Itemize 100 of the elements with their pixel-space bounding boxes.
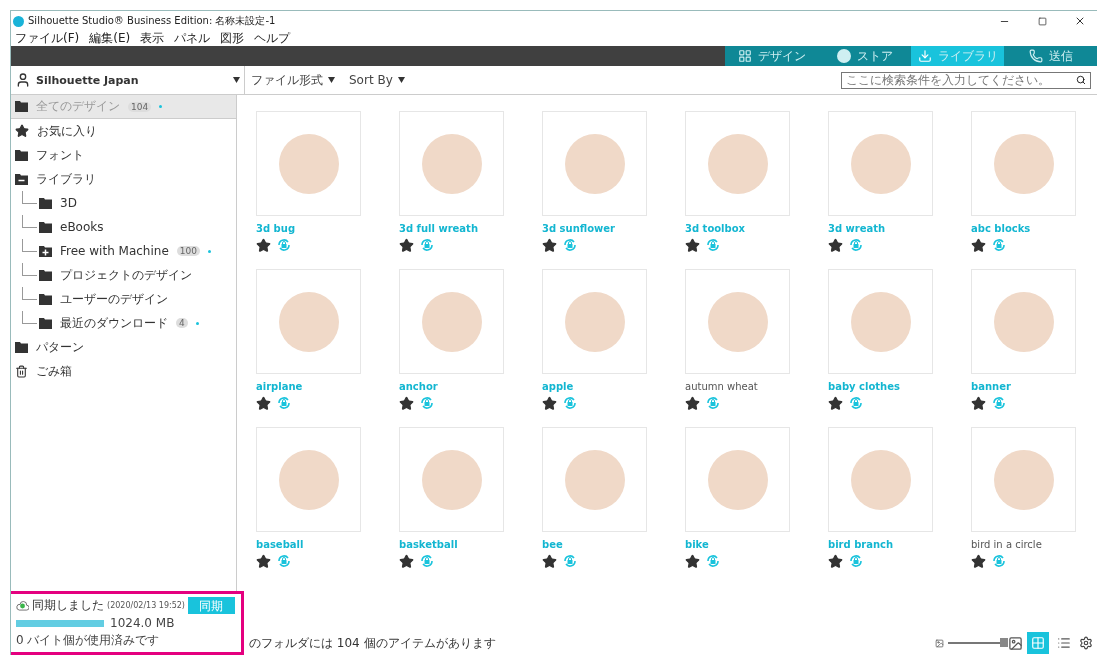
- star-icon[interactable]: [542, 237, 557, 253]
- folder-icon: [39, 269, 52, 281]
- star-icon[interactable]: [971, 395, 986, 411]
- sidebar-item[interactable]: お気に入り: [11, 119, 236, 143]
- design-thumbnail[interactable]: [685, 269, 790, 374]
- design-thumbnail[interactable]: [828, 427, 933, 532]
- sync-lock-icon[interactable]: [848, 237, 864, 253]
- sidebar-item[interactable]: Free with Machine 100: [11, 239, 236, 263]
- menu-item[interactable]: 図形: [220, 30, 245, 47]
- star-icon[interactable]: [542, 395, 557, 411]
- grid-icon: [1031, 636, 1045, 650]
- sidebar-item[interactable]: 3D: [11, 191, 236, 215]
- sidebar-item[interactable]: ユーザーのデザイン: [11, 287, 236, 311]
- caret-icon[interactable]: [328, 77, 335, 83]
- sidebar-item[interactable]: 全てのデザイン 104: [11, 95, 236, 119]
- design-thumbnail[interactable]: [828, 269, 933, 374]
- settings-icon[interactable]: [1079, 636, 1093, 650]
- star-icon[interactable]: [256, 395, 271, 411]
- sidebar-item[interactable]: eBooks: [11, 215, 236, 239]
- sync-lock-icon[interactable]: [705, 553, 721, 569]
- star-icon[interactable]: [399, 237, 414, 253]
- design-thumbnail[interactable]: [256, 269, 361, 374]
- sync-lock-icon[interactable]: [562, 237, 578, 253]
- menu-item[interactable]: ファイル(F): [15, 30, 80, 47]
- caret-icon[interactable]: [233, 77, 240, 83]
- nav-tab[interactable]: 送信: [1004, 46, 1097, 66]
- design-thumbnail[interactable]: [399, 427, 504, 532]
- nav-tab[interactable]: ストア: [818, 46, 911, 66]
- sync-lock-icon[interactable]: [705, 395, 721, 411]
- large-image-icon: [1008, 635, 1023, 651]
- design-thumbnail[interactable]: [971, 269, 1076, 374]
- slider-handle[interactable]: [1000, 638, 1008, 647]
- nav-tab[interactable]: デザイン: [725, 46, 818, 66]
- sidebar-item[interactable]: ライブラリ: [11, 167, 236, 191]
- design-thumbnail[interactable]: [685, 111, 790, 216]
- sync-lock-icon[interactable]: [991, 237, 1007, 253]
- sync-lock-icon[interactable]: [562, 395, 578, 411]
- star-icon[interactable]: [399, 553, 414, 569]
- sync-lock-icon[interactable]: [276, 237, 292, 253]
- design-thumbnail[interactable]: [828, 111, 933, 216]
- design-thumbnail[interactable]: [256, 427, 361, 532]
- star-icon[interactable]: [685, 395, 700, 411]
- menu-item[interactable]: パネル: [174, 30, 211, 47]
- menu-item[interactable]: 表示: [140, 30, 165, 47]
- user-icon: [15, 72, 31, 88]
- sync-lock-icon[interactable]: [419, 395, 435, 411]
- item-label: お気に入り: [37, 122, 97, 140]
- design-thumbnail[interactable]: [542, 111, 647, 216]
- sync-lock-icon[interactable]: [848, 553, 864, 569]
- star-icon[interactable]: [828, 395, 843, 411]
- caret-icon[interactable]: [397, 77, 405, 83]
- star-icon[interactable]: [828, 553, 843, 569]
- sidebar-item[interactable]: プロジェクトのデザイン: [11, 263, 236, 287]
- search-icon[interactable]: [1076, 75, 1086, 85]
- star-icon[interactable]: [685, 237, 700, 253]
- account-name[interactable]: Silhouette Japan: [36, 73, 228, 87]
- star-icon[interactable]: [971, 553, 986, 569]
- design-thumbnail[interactable]: [542, 269, 647, 374]
- design-thumbnail[interactable]: [685, 427, 790, 532]
- sync-lock-icon[interactable]: [562, 553, 578, 569]
- design-thumbnail[interactable]: [971, 111, 1076, 216]
- sync-lock-icon[interactable]: [991, 553, 1007, 569]
- item-count: 100: [176, 246, 200, 256]
- star-icon[interactable]: [399, 395, 414, 411]
- menu-item[interactable]: ヘルプ: [254, 30, 291, 47]
- star-icon[interactable]: [256, 237, 271, 253]
- folder-icon: [39, 317, 52, 329]
- design-name[interactable]: autumn wheat: [685, 381, 790, 392]
- search-field[interactable]: ここに検索条件を入力してください。: [841, 71, 1091, 89]
- item-label: パターン: [36, 338, 84, 356]
- sync-status: 同期しました: [32, 597, 105, 614]
- item-label: 全てのデザイン: [36, 98, 120, 115]
- design-thumbnail[interactable]: [256, 111, 361, 216]
- design-thumbnail[interactable]: [542, 427, 647, 532]
- design-name[interactable]: bird in a circle: [971, 539, 1076, 550]
- sync-lock-icon[interactable]: [276, 553, 292, 569]
- sync-lock-icon[interactable]: [991, 395, 1007, 411]
- star-icon[interactable]: [828, 237, 843, 253]
- sync-lock-icon[interactable]: [419, 553, 435, 569]
- sidebar-item[interactable]: 最近のダウンロード 4: [11, 311, 236, 335]
- sync-time: (2020/02/13 19:52): [107, 601, 185, 610]
- sidebar-item[interactable]: フォント: [11, 143, 236, 167]
- sync-lock-icon[interactable]: [705, 237, 721, 253]
- star-icon[interactable]: [542, 553, 557, 569]
- filter-dropdown[interactable]: Sort By: [349, 73, 405, 87]
- filter-dropdown[interactable]: ファイル形式: [251, 71, 335, 89]
- design-thumbnail[interactable]: [399, 269, 504, 374]
- grid-view-button[interactable]: [1027, 632, 1049, 654]
- star-icon[interactable]: [685, 553, 700, 569]
- window-title: Silhouette Studio® Business Edition: 名称未設定-1: [28, 14, 277, 28]
- sync-lock-icon[interactable]: [276, 395, 292, 411]
- design-thumbnail[interactable]: [971, 427, 1076, 532]
- menu-item[interactable]: 編集(E): [89, 30, 131, 47]
- sync-lock-icon[interactable]: [848, 395, 864, 411]
- star-icon[interactable]: [971, 237, 986, 253]
- sidebar-item[interactable]: ごみ箱: [11, 359, 236, 383]
- sync-lock-icon[interactable]: [419, 237, 435, 253]
- star-icon[interactable]: [256, 553, 271, 569]
- sidebar-item[interactable]: パターン: [11, 335, 236, 359]
- design-thumbnail[interactable]: [399, 111, 504, 216]
